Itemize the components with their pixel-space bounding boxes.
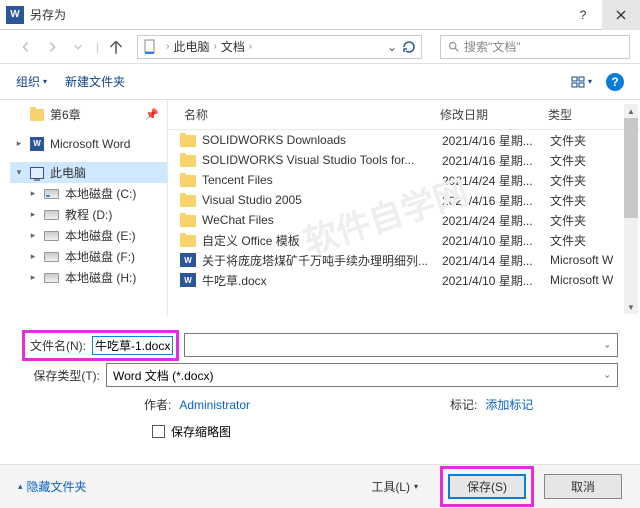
file-row[interactable]: 自定义 Office 模板2021/4/10 星期...文件夹 <box>168 230 640 250</box>
filename-input[interactable]: x⌄ <box>184 333 618 357</box>
pin-icon: 📌 <box>145 108 159 121</box>
close-button[interactable] <box>602 0 640 30</box>
titlebar: W 另存为 ? <box>0 0 640 30</box>
drive-icon <box>44 252 59 262</box>
thumbnail-checkbox[interactable] <box>152 425 165 438</box>
tag-value[interactable]: 添加标记 <box>485 398 533 412</box>
breadcrumb-dropdown-icon[interactable]: ⌄ <box>387 40 397 54</box>
breadcrumb-docs[interactable]: 文档 <box>221 38 245 55</box>
tree-folder[interactable]: 第6章📌 <box>10 104 167 125</box>
author-value[interactable]: Administrator <box>179 398 250 412</box>
nav-recent[interactable] <box>68 37 88 57</box>
column-headers[interactable]: 名称 修改日期 类型 <box>168 100 640 130</box>
tree-drive[interactable]: ▸教程 (D:) <box>10 204 167 225</box>
bottom-bar: ▴隐藏文件夹 工具(L)▾ 保存(S) 取消 <box>0 464 640 508</box>
tree-drive[interactable]: ▸本地磁盘 (E:) <box>10 225 167 246</box>
file-row[interactable]: SOLIDWORKS Downloads2021/4/16 星期...文件夹 <box>168 130 640 150</box>
nav-up[interactable] <box>107 38 125 56</box>
folder-icon <box>180 135 196 147</box>
folder-icon <box>180 175 196 187</box>
col-name[interactable]: 名称 <box>180 106 440 123</box>
organize-menu[interactable]: 组织▾ <box>16 73 47 90</box>
toolbar: 组织▾ 新建文件夹 ▾ ? <box>0 64 640 100</box>
col-date[interactable]: 修改日期 <box>440 106 548 123</box>
file-row[interactable]: Visual Studio 20052021/4/16 星期...文件夹 <box>168 190 640 210</box>
savetype-select[interactable]: Word 文档 (*.docx)⌄ <box>106 363 618 387</box>
tree-drive[interactable]: ▸本地磁盘 (F:) <box>10 246 167 267</box>
chevron-down-icon[interactable]: ⌄ <box>603 370 611 381</box>
drive-icon <box>44 273 59 283</box>
hide-folders-link[interactable]: ▴隐藏文件夹 <box>18 478 87 495</box>
help-icon[interactable]: ? <box>606 73 624 91</box>
drive-icon <box>44 210 59 220</box>
file-row[interactable]: WeChat Files2021/4/24 星期...文件夹 <box>168 210 640 230</box>
view-options-button[interactable]: ▾ <box>570 71 592 93</box>
nav-bar: | › 此电脑 › 文档 › ⌄ 搜索"文档" <box>0 30 640 64</box>
save-button[interactable]: 保存(S) <box>448 474 526 499</box>
nav-forward[interactable] <box>42 37 62 57</box>
file-row[interactable]: Tencent Files2021/4/24 星期...文件夹 <box>168 170 640 190</box>
file-row[interactable]: 关于将庞庞塔煤矿千万吨手续办理明细列...2021/4/14 星期...Micr… <box>168 250 640 270</box>
word-icon <box>180 253 196 267</box>
folder-icon <box>180 195 196 207</box>
file-list: 名称 修改日期 类型 SOLIDWORKS Downloads2021/4/16… <box>168 100 640 316</box>
filename-text: 牛吃草-1.docx <box>95 339 170 353</box>
refresh-icon[interactable] <box>401 39 417 55</box>
search-input[interactable]: 搜索"文档" <box>440 35 630 59</box>
search-placeholder: 搜索"文档" <box>464 38 521 55</box>
filename-highlight: 文件名(N): 牛吃草-1.docx <box>22 330 179 361</box>
scroll-down[interactable]: ▼ <box>624 300 638 314</box>
tree-drive[interactable]: ▸本地磁盘 (C:) <box>10 183 167 204</box>
file-row[interactable]: 牛吃草.docx2021/4/10 星期...Microsoft W <box>168 270 640 290</box>
folder-icon <box>180 235 196 247</box>
breadcrumb[interactable]: › 此电脑 › 文档 › ⌄ <box>137 35 422 59</box>
pc-icon <box>30 167 44 179</box>
navigation-tree[interactable]: 第6章📌 ▸W Microsoft Word ▾ 此电脑 ▸本地磁盘 (C:)▸… <box>0 100 168 316</box>
scrollbar[interactable]: ▲ ▼ <box>624 104 638 314</box>
chevron-down-icon[interactable]: ⌄ <box>603 340 611 351</box>
word-icon: W <box>30 137 44 151</box>
breadcrumb-pc[interactable]: 此电脑 <box>173 38 209 55</box>
new-folder-button[interactable]: 新建文件夹 <box>65 73 125 90</box>
savetype-label: 保存类型(T): <box>22 367 100 384</box>
folder-icon <box>180 155 196 167</box>
scroll-up[interactable]: ▲ <box>624 104 638 118</box>
tree-drive[interactable]: ▸本地磁盘 (H:) <box>10 267 167 288</box>
scroll-thumb[interactable] <box>624 118 638 218</box>
app-icon: W <box>6 6 24 24</box>
window-title: 另存为 <box>30 6 564 23</box>
tree-this-pc[interactable]: ▾ 此电脑 <box>10 162 167 183</box>
search-icon <box>447 40 460 53</box>
file-rows[interactable]: SOLIDWORKS Downloads2021/4/16 星期...文件夹SO… <box>168 130 640 316</box>
folder-icon <box>30 109 44 121</box>
folder-icon <box>180 215 196 227</box>
word-icon <box>180 273 196 287</box>
filename-label: 文件名(N): <box>28 337 86 354</box>
thumbnail-label: 保存缩略图 <box>171 423 231 440</box>
tag-label: 标记: <box>450 398 477 412</box>
drive-icon <box>44 231 59 241</box>
cancel-button[interactable]: 取消 <box>544 474 622 499</box>
drive-icon <box>44 189 59 199</box>
author-label: 作者: <box>144 398 171 412</box>
save-highlight: 保存(S) <box>440 466 534 507</box>
nav-back[interactable] <box>16 37 36 57</box>
tree-word[interactable]: ▸W Microsoft Word <box>10 133 167 154</box>
file-row[interactable]: SOLIDWORKS Visual Studio Tools for...202… <box>168 150 640 170</box>
location-icon <box>142 39 158 55</box>
help-button[interactable]: ? <box>564 0 602 30</box>
tools-menu[interactable]: 工具(L)▾ <box>371 478 418 495</box>
